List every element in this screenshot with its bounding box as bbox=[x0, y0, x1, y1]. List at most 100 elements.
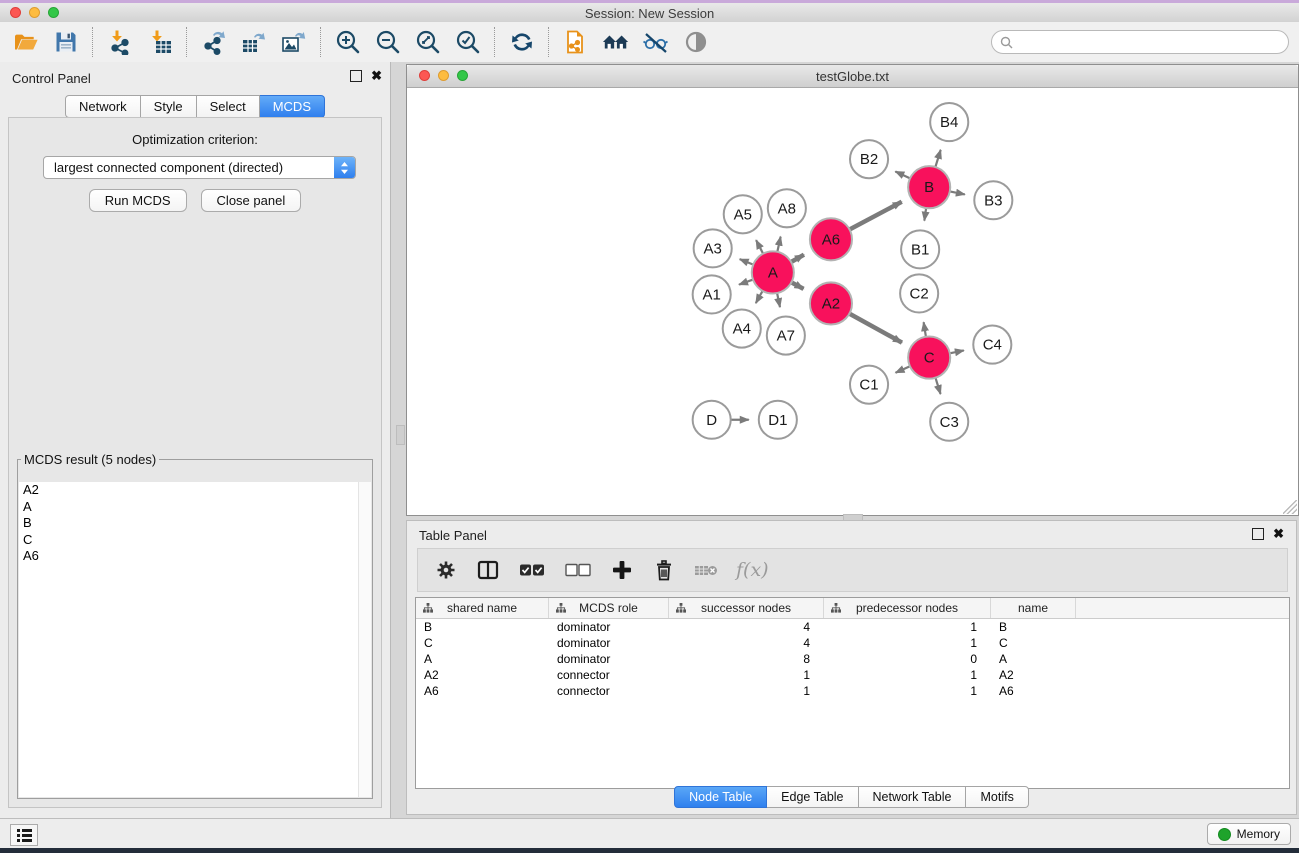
table-cell[interactable]: 0 bbox=[824, 652, 991, 666]
float-panel-icon[interactable] bbox=[350, 70, 362, 82]
new-network-from-selection-icon[interactable] bbox=[562, 28, 590, 56]
add-column-icon[interactable] bbox=[610, 558, 634, 582]
table-cell[interactable]: dominator bbox=[549, 652, 669, 666]
column-header-predecessor-nodes[interactable]: predecessor nodes bbox=[824, 598, 991, 618]
close-panel-icon[interactable]: ✖ bbox=[1273, 529, 1284, 539]
delete-column-icon[interactable] bbox=[652, 558, 676, 582]
table-cell[interactable]: A6 bbox=[991, 684, 1076, 698]
network-graph[interactable]: B4B2BB3A8A5A6A3B1AC2A1A2A4A7C4CC1C3DD1 bbox=[407, 88, 1298, 515]
graph-node-B3[interactable]: B3 bbox=[974, 181, 1012, 219]
graph-node-A4[interactable]: A4 bbox=[723, 309, 761, 347]
graph-node-C4[interactable]: C4 bbox=[973, 326, 1011, 364]
table-row[interactable]: A6connector11A6 bbox=[416, 683, 1289, 699]
table-cell[interactable]: 8 bbox=[669, 652, 824, 666]
mcds-result-list[interactable]: A2ABCA6 bbox=[19, 482, 371, 797]
table-cell[interactable]: A2 bbox=[416, 668, 549, 682]
graph-edge-A-A4[interactable] bbox=[756, 291, 763, 303]
graph-node-D[interactable]: D bbox=[693, 401, 731, 439]
table-cell[interactable]: A bbox=[991, 652, 1076, 666]
table-cell[interactable]: dominator bbox=[549, 620, 669, 634]
deselect-all-columns-icon[interactable] bbox=[564, 558, 592, 582]
show-graphics-details-icon[interactable] bbox=[682, 28, 710, 56]
export-image-icon[interactable] bbox=[280, 28, 308, 56]
column-header-MCDS-role[interactable]: MCDS role bbox=[549, 598, 669, 618]
column-header-name[interactable]: name bbox=[991, 598, 1076, 618]
table-cell[interactable]: 1 bbox=[824, 684, 991, 698]
table-row[interactable]: Cdominator41C bbox=[416, 635, 1289, 651]
tab-motifs[interactable]: Motifs bbox=[966, 786, 1028, 808]
table-cell[interactable]: connector bbox=[549, 684, 669, 698]
export-table-icon[interactable] bbox=[240, 28, 268, 56]
table-cell[interactable]: C bbox=[416, 636, 549, 650]
resize-grip[interactable] bbox=[1283, 500, 1297, 514]
column-header-shared-name[interactable]: shared name bbox=[416, 598, 549, 618]
graph-node-B4[interactable]: B4 bbox=[930, 103, 968, 141]
table-cell[interactable]: B bbox=[991, 620, 1076, 634]
settings-gear-icon[interactable] bbox=[434, 558, 458, 582]
table-cell[interactable]: 1 bbox=[669, 684, 824, 698]
graph-node-A6[interactable]: A6 bbox=[810, 218, 852, 260]
zoom-selected-icon[interactable] bbox=[454, 28, 482, 56]
split-column-icon[interactable] bbox=[476, 558, 500, 582]
graph-edge-A-A3[interactable] bbox=[740, 259, 754, 264]
table-cell[interactable]: A bbox=[416, 652, 549, 666]
table-row[interactable]: Bdominator41B bbox=[416, 619, 1289, 635]
list-scrollbar[interactable] bbox=[358, 482, 371, 797]
home-icon[interactable] bbox=[602, 28, 630, 56]
float-panel-icon[interactable] bbox=[1252, 528, 1264, 540]
graph-node-C3[interactable]: C3 bbox=[930, 403, 968, 441]
graph-node-A3[interactable]: A3 bbox=[694, 229, 732, 267]
graph-edge-A2-C[interactable] bbox=[849, 314, 902, 343]
task-history-button[interactable] bbox=[10, 824, 38, 846]
tab-select[interactable]: Select bbox=[197, 95, 260, 118]
graph-node-A1[interactable]: A1 bbox=[693, 275, 731, 313]
run-mcds-button[interactable]: Run MCDS bbox=[89, 189, 187, 212]
search-field[interactable] bbox=[991, 30, 1289, 54]
graph-node-C[interactable]: C bbox=[908, 337, 950, 379]
graph-edge-A-A8[interactable] bbox=[777, 237, 780, 252]
graph-node-B1[interactable]: B1 bbox=[901, 230, 939, 268]
import-table-icon[interactable] bbox=[146, 28, 174, 56]
graph-node-D1[interactable]: D1 bbox=[759, 401, 797, 439]
graph-edge-B-B1[interactable] bbox=[924, 208, 926, 221]
close-panel-button[interactable]: Close panel bbox=[201, 189, 302, 212]
tab-mcds[interactable]: MCDS bbox=[260, 95, 325, 118]
mcds-result-item[interactable]: A2 bbox=[19, 482, 371, 499]
graph-edge-C-C3[interactable] bbox=[935, 378, 940, 394]
import-network-icon[interactable] bbox=[106, 28, 134, 56]
table-cell[interactable]: 4 bbox=[669, 620, 824, 634]
graph-node-B2[interactable]: B2 bbox=[850, 140, 888, 178]
table-cell[interactable]: 1 bbox=[824, 620, 991, 634]
graph-edge-B-B3[interactable] bbox=[950, 191, 965, 194]
graph-edge-A-A1[interactable] bbox=[739, 280, 753, 285]
mcds-result-item[interactable]: A bbox=[19, 499, 371, 516]
mcds-result-item[interactable]: A6 bbox=[19, 548, 371, 565]
export-network-icon[interactable] bbox=[200, 28, 228, 56]
graph-edge-B-B2[interactable] bbox=[895, 171, 910, 178]
memory-button[interactable]: Memory bbox=[1207, 823, 1291, 845]
table-cell[interactable]: dominator bbox=[549, 636, 669, 650]
table-row[interactable]: Adominator80A bbox=[416, 651, 1289, 667]
graph-edge-A-A2[interactable] bbox=[791, 282, 803, 289]
optimization-criterion-dropdown[interactable]: largest connected component (directed) bbox=[43, 156, 356, 179]
network-canvas[interactable]: B4B2BB3A8A5A6A3B1AC2A1A2A4A7C4CC1C3DD1 bbox=[407, 88, 1298, 515]
vertical-scrollbar-thumb[interactable] bbox=[396, 425, 405, 445]
hide-graphics-details-icon[interactable] bbox=[642, 28, 670, 56]
tab-node-table[interactable]: Node Table bbox=[674, 786, 767, 808]
table-cell[interactable]: 1 bbox=[824, 668, 991, 682]
graph-edge-A-A5[interactable] bbox=[756, 240, 763, 254]
graph-node-A2[interactable]: A2 bbox=[810, 282, 852, 324]
mcds-result-item[interactable]: C bbox=[19, 532, 371, 549]
graph-edge-A-A6[interactable] bbox=[791, 255, 804, 262]
table-cell[interactable]: connector bbox=[549, 668, 669, 682]
table-cell[interactable]: B bbox=[416, 620, 549, 634]
table-cell[interactable]: 1 bbox=[669, 668, 824, 682]
graph-edge-C-C1[interactable] bbox=[896, 366, 910, 372]
table-cell[interactable]: 4 bbox=[669, 636, 824, 650]
table-cell[interactable]: A2 bbox=[991, 668, 1076, 682]
table-cell[interactable]: A6 bbox=[416, 684, 549, 698]
table-row[interactable]: A2connector11A2 bbox=[416, 667, 1289, 683]
graph-edge-A6-B[interactable] bbox=[850, 202, 902, 230]
graph-node-A8[interactable]: A8 bbox=[768, 189, 806, 227]
graph-node-A7[interactable]: A7 bbox=[767, 317, 805, 355]
